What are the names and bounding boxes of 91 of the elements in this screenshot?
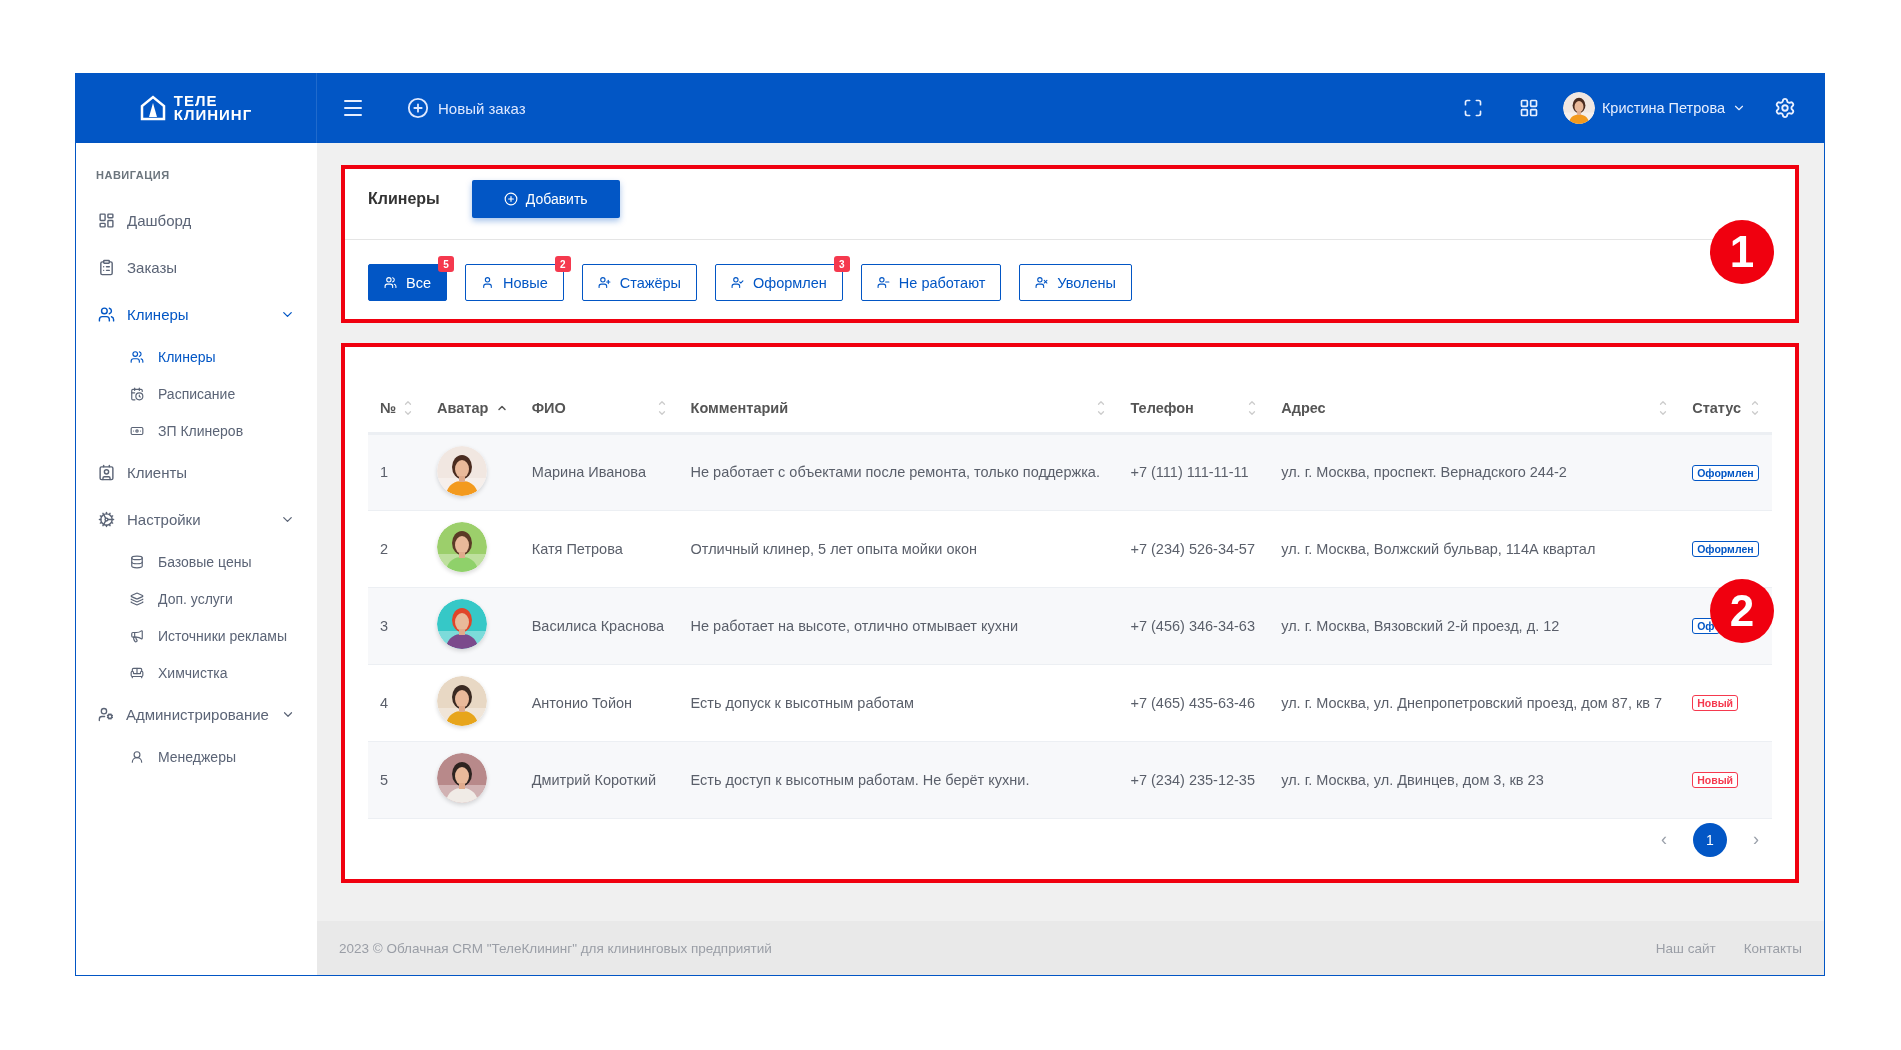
table-cell: ул. г. Москва, Вязовский 2-й проезд, д. 12	[1281, 617, 1560, 634]
plus-circle-icon	[407, 97, 429, 119]
column-header[interactable]: Комментарий	[690, 400, 789, 417]
count-badge: 5	[438, 256, 454, 272]
megaphone-icon	[130, 628, 144, 643]
new-order-button[interactable]: Новый заказ	[401, 96, 532, 120]
status-label: Новый	[1692, 695, 1739, 711]
sofa-icon	[130, 665, 144, 680]
status-label: Оформлен	[1692, 541, 1759, 557]
user-x-icon	[1035, 276, 1049, 289]
card-title: Клинеры	[368, 190, 440, 208]
sidebar-item[interactable]: Клиенты	[76, 449, 317, 496]
nav-heading: НАВИГАЦИЯ	[95, 169, 171, 183]
logo-text: КЛИНИНГ	[173, 108, 253, 122]
filter-button[interactable]: Уволены	[1019, 264, 1132, 301]
users-icon	[130, 349, 144, 364]
sidebar-subitem[interactable]: ЗП Клинеров	[76, 412, 317, 449]
sidebar-subitem[interactable]: Клинеры	[76, 338, 317, 375]
table-cell: 5	[380, 771, 389, 788]
table-cell: Не работает на высоте, отлично отмывает кухни	[690, 617, 1019, 634]
plus-circle-icon	[503, 192, 518, 206]
contact-card-icon	[98, 464, 115, 481]
table-cell: Катя Петрова	[531, 540, 623, 557]
sidebar-item[interactable]: Заказы	[76, 244, 317, 291]
table-cell: ул. г. Москва, проспект. Вернадского 244-2	[1281, 464, 1567, 480]
user-menu[interactable]: Кристина Петрова	[1556, 91, 1752, 125]
settings-icon	[1774, 97, 1796, 119]
table-cell: Василиса Краснова	[531, 617, 665, 634]
table-cell: Есть допуск к высотным работам	[690, 694, 914, 711]
logo-text: ТЕЛЕ	[173, 94, 219, 108]
clipboard-icon	[98, 259, 115, 276]
gears-icon	[98, 511, 115, 528]
layers-icon	[130, 591, 144, 606]
sidebar-subitem[interactable]: Химчистка	[76, 654, 317, 691]
table-cell: 4	[380, 694, 389, 711]
sidebar-subitem[interactable]: Базовые цены	[76, 543, 317, 580]
fullscreen-icon	[1462, 98, 1483, 118]
table-cell: Не работает с объектами после ремонта, только поддержка.	[690, 464, 1100, 480]
column-header[interactable]: №	[380, 400, 397, 417]
table-cell: ул. г. Москва, ул. Днепропетровский проезд, дом 87, кв 7	[1281, 694, 1663, 711]
column-header[interactable]: Статус	[1692, 400, 1742, 417]
status-label: Новый	[1692, 772, 1739, 788]
annotation-number: 1	[1710, 220, 1774, 284]
sidebar-item[interactable]: Администрирование	[76, 691, 317, 738]
sidebar-subitem[interactable]: Доп. услуги	[76, 580, 317, 617]
add-button[interactable]: Добавить	[471, 180, 620, 218]
filter-button[interactable]: Не работают	[860, 264, 1002, 301]
sidebar-item[interactable]: Дашборд	[76, 197, 317, 244]
sidebar-subitem[interactable]: Расписание	[76, 375, 317, 412]
filter-button[interactable]: Стажёры	[581, 264, 697, 301]
table-cell: Есть доступ к высотным работам. Не берёт кухни.	[690, 771, 1030, 788]
table-cell: +7 (465) 435-63-46	[1130, 694, 1255, 711]
table-cell: Отличный клинер, 5 лет опыта мойки окон	[690, 540, 978, 557]
user-minus-icon	[876, 276, 890, 289]
table-cell: 3	[380, 617, 389, 634]
column-header[interactable]: Аватар	[437, 400, 489, 417]
sidebar-subitem[interactable]: Источники рекламы	[76, 617, 317, 654]
user-icon	[481, 276, 494, 289]
table-cell: ул. г. Москва, ул. Двинцев, дом 3, кв 23	[1281, 771, 1544, 788]
database-icon	[130, 554, 144, 569]
calendar-icon	[130, 386, 144, 401]
page-button[interactable]: 1	[1693, 822, 1727, 857]
table-cell: +7 (456) 346-34-63	[1130, 617, 1255, 634]
table-cell: Марина Иванова	[531, 464, 646, 480]
logo-house-icon	[139, 95, 166, 121]
table-cell: +7 (111) 111-11-11	[1130, 464, 1249, 480]
users-icon	[98, 306, 115, 323]
user-icon	[130, 749, 144, 764]
user-check-icon	[731, 276, 744, 289]
table-cell: +7 (234) 235-12-35	[1130, 771, 1255, 788]
sidebar-item[interactable]: Клинеры	[76, 291, 317, 338]
table-cell: 1	[380, 464, 389, 480]
grid-icon	[1518, 98, 1539, 118]
dashboard-icon	[98, 212, 115, 229]
column-header[interactable]: ФИО	[531, 400, 566, 417]
table-cell: 2	[380, 540, 389, 557]
count-badge: 3	[833, 256, 850, 272]
users-icon	[384, 276, 397, 289]
status-label: Оформлен	[1692, 464, 1759, 481]
table-cell: +7 (234) 526-34-57	[1130, 540, 1255, 557]
table-cell: Антонио Тойон	[531, 694, 633, 711]
user-gear-icon	[98, 706, 114, 723]
copyright-text: 2023 © Облачная CRM "ТелеКлининг" для клининговых предприятий	[339, 940, 773, 956]
column-header[interactable]: Адрес	[1281, 400, 1326, 417]
count-badge: 2	[554, 256, 571, 272]
sidebar-item[interactable]: Настройки	[76, 496, 317, 543]
user-plus-icon	[597, 276, 611, 289]
column-header[interactable]: Телефон	[1130, 400, 1194, 417]
table-cell: ул. г. Москва, Волжский бульвар, 114А квартал	[1281, 540, 1596, 557]
sidebar-subitem[interactable]: Менеджеры	[76, 738, 317, 775]
table-cell: Дмитрий Короткий	[531, 771, 656, 788]
